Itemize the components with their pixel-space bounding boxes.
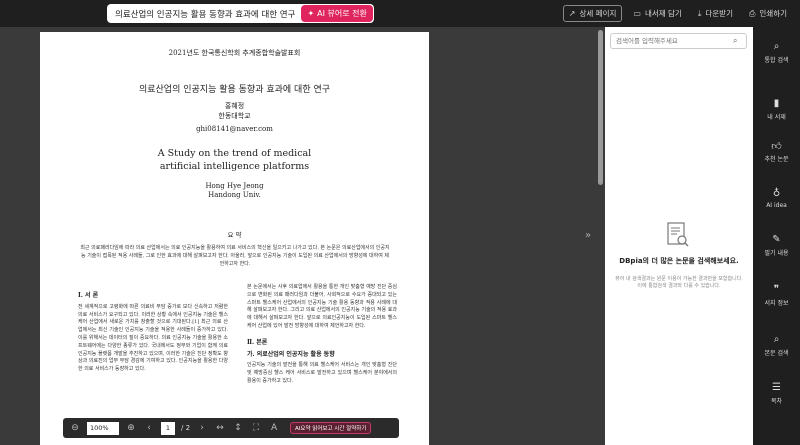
korean-author: 홍혜정 [224,102,245,110]
print-label: 인쇄하기 [759,9,787,18]
print-button[interactable]: ⎙ 인쇄하기 [744,5,792,22]
abstract-heading: 요 약 [227,231,242,239]
document-title-pill: 의료산업의 인공지능 활용 동향과 효과에 대한 연구 ✦ AI 뷰어로 전환 [107,4,374,23]
top-actions: ↗ 상세 페이지 ▭ 내서재 담기 ⤓ 다운받기 ⎙ 인쇄하기 [562,5,792,22]
detail-page-label: 상세 페이지 [579,9,617,18]
nav-label: 내 서재 [767,114,786,121]
zoom-in-icon[interactable]: ⊕ [125,423,137,433]
nav-table-of-contents[interactable]: ☰ 목차 [753,382,800,405]
ai-summary-button[interactable]: AI요약 읽어보고 시간 절약하기 [290,422,372,434]
lightbulb-icon: ♁ [772,188,781,199]
nav-integrated-search[interactable]: ⌕ 통합 검색 [753,41,800,64]
section2-heading: Ⅱ. 본론 [247,338,268,346]
download-button[interactable]: ⤓ 다운받기 [693,5,738,22]
search-panel: ⌕ DBpia의 더 많은 논문을 검색해보세요. 뷰어 내 검색결과는 원문 … [605,27,753,445]
nav-label: 필기 내용 [764,250,789,257]
document-page: 2021년도 한국통신학회 추계종합학술발표회 의료산업의 인공지능 활용 동향… [40,32,429,445]
nav-my-library[interactable]: ▮ 내 서재 [753,98,800,121]
collapse-panel-icon[interactable]: » [585,230,591,241]
nav-bibliography[interactable]: ❞ 서지 정보 [753,284,800,307]
nav-label: 목차 [770,398,783,405]
section1-heading: Ⅰ. 서 론 [78,292,99,299]
scroll-thumb[interactable] [598,30,603,185]
empty-state-description: 뷰어 내 검색결과는 원문 이용이 가능한 결과만을 포함합니다. 이에 통합검… [615,276,743,289]
viewer-scrollbar[interactable] [597,27,605,445]
ai-viewer-button[interactable]: ✦ AI 뷰어로 전환 [301,5,373,22]
search-icon[interactable]: ⌕ [733,36,737,46]
nav-text-search[interactable]: ⌕ 본문 검색 [753,334,800,357]
text-tool-icon[interactable]: A [268,423,280,433]
bookmark-icon: ▭ [633,9,641,18]
zoom-out-icon[interactable]: ⊖ [69,423,81,433]
fullscreen-icon[interactable]: ⛶ [250,423,262,433]
nav-label: AI idea [766,202,787,209]
right-column-text: 본 논문에서는 사후 의료업에서 활용을 통한 개인 맞춤형 예방 진단 중심으… [247,284,397,329]
next-page-icon[interactable]: › [196,423,208,433]
nav-label: 추천 논문 [764,156,789,163]
english-author: Hong Hye Jeong [205,182,264,190]
fit-width-icon[interactable]: ↔ [214,423,226,433]
search-box[interactable]: ⌕ [610,33,747,49]
section1-text: 전 세계적으로 고령화에 따른 의료비 부담 증가로 보다 신속하고 저렴한 의… [78,303,228,373]
nav-label: 통합 검색 [764,57,789,64]
nav-notes[interactable]: ✎ 필기 내용 [753,234,800,257]
nav-recommended-papers[interactable]: 👍︎ 추천 논문 [753,140,800,163]
text-search-icon: ⌕ [773,334,780,345]
conference-name: 2021년도 한국통신학회 추계종합학술발표회 [168,49,301,57]
right-navigation: ⌕ 통합 검색 ▮ 내 서재 👍︎ 추천 논문 ♁ AI idea ✎ 필기 내… [753,27,800,445]
save-to-library-button[interactable]: ▭ 내서재 담기 [628,5,686,22]
document-title: 의료산업의 인공지능 활용 동향과 효과에 대한 연구 [115,9,296,20]
top-bar: 의료산업의 인공지능 활용 동향과 효과에 대한 연구 ✦ AI 뷰어로 전환 … [0,0,800,27]
list-icon: ☰ [772,382,781,393]
external-link-icon: ↗ [568,9,576,18]
nav-label: 본문 검색 [764,350,789,357]
zoom-input[interactable] [87,421,119,435]
page-number-input[interactable] [161,421,175,435]
download-label: 다운받기 [705,9,733,18]
library-icon: ▮ [773,98,780,109]
english-title-line2: artificial intelligence platforms [159,161,310,172]
quote-icon: ❞ [773,284,780,295]
document-search-icon [667,222,689,247]
section2a-heading: 가. 의료산업의 인공지능 활용 동향 [247,350,335,358]
empty-state-title: DBpia의 더 많은 논문을 검색해보세요. [619,257,739,265]
thumbs-up-icon: 👍︎ [771,141,782,152]
author-email: ghi08141@naver.com [196,125,273,133]
print-icon: ⎙ [748,8,756,18]
document-viewer[interactable]: 2021년도 한국통신학회 추계종합학술발표회 의료산업의 인공지능 활용 동향… [0,27,605,445]
save-to-library-label: 내서재 담기 [644,9,682,18]
ai-viewer-label: AI 뷰어로 전환 [317,9,367,18]
korean-affiliation: 한동대학교 [218,112,251,120]
abstract-text: 최근 의료패러다임에 따라 의료 산업에서는 의료 인공지능을 활용하여 의료 … [80,245,390,267]
nav-label: 서지 정보 [764,300,789,307]
nav-ai-idea[interactable]: ♁ AI idea [753,188,800,209]
english-title-line1: A Study on the trend of medical [157,148,312,159]
total-pages: / 2 [181,424,191,432]
fit-height-icon[interactable]: ↕ [232,423,244,433]
viewer-toolbar: ⊖ ⊕ ‹ / 2 › ↔ ↕ ⛶ A AI요약 읽어보고 시간 절약하기 [63,418,399,438]
detail-page-button[interactable]: ↗ 상세 페이지 [562,5,623,22]
ai-summary-label: AI요약 읽어보고 시간 절약하기 [295,426,367,432]
search-icon: ⌕ [773,41,780,52]
english-affiliation: Handong Univ. [208,191,261,199]
right-column: 본 논문에서는 사후 의료업에서 활용을 통한 개인 맞춤형 예방 진단 중심으… [247,284,397,386]
download-icon: ⤓ [697,8,702,18]
sparkle-icon: ✦ [307,9,315,18]
note-icon: ✎ [772,234,781,245]
korean-title: 의료산업의 인공지능 활용 동향과 효과에 대한 연구 [138,85,331,95]
prev-page-icon[interactable]: ‹ [143,423,155,433]
left-column: Ⅰ. 서 론 전 세계적으로 고령화에 따른 의료비 부담 증가로 보다 신속하… [78,289,228,374]
section2a-text: 인공지능 기술의 발전을 통해 의료 헬스케어 서비스는 개인 맞춤형 진단 및… [247,362,397,384]
search-input[interactable] [616,37,731,45]
